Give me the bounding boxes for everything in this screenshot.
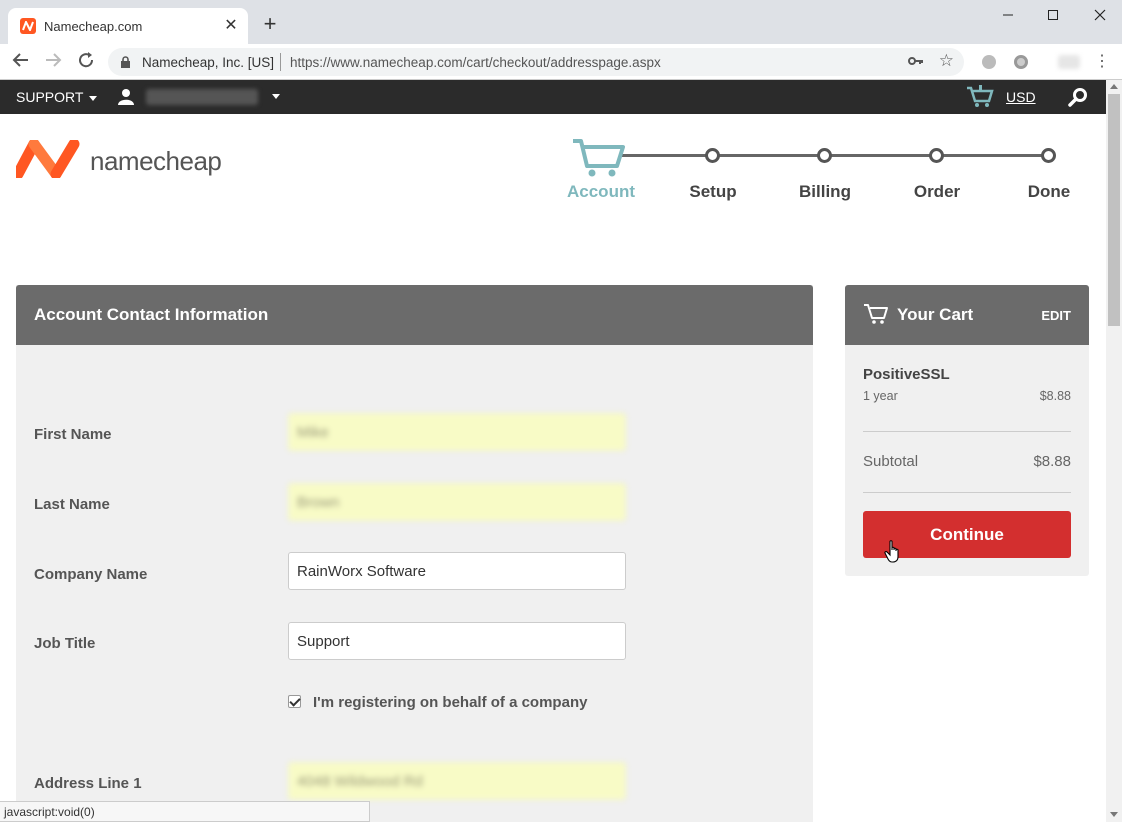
last-name-field[interactable] (288, 483, 626, 521)
step-label-order: Order (913, 182, 961, 201)
address-line-1-label: Address Line 1 (34, 775, 142, 792)
search-icon[interactable] (1068, 87, 1088, 112)
cart-item-name: PositiveSSL (863, 366, 950, 383)
browser-tabstrip: Namecheap.com ✕ + (0, 0, 1122, 44)
tab-title: Namecheap.com (44, 19, 143, 34)
cart-item-term: 1 year (863, 389, 898, 403)
cart-divider (863, 431, 1071, 432)
step-label-setup: Setup (689, 182, 737, 201)
user-icon[interactable] (118, 88, 134, 110)
new-tab-button[interactable]: + (260, 13, 280, 35)
cart-icon[interactable] (966, 85, 994, 114)
hand-cursor-icon (884, 540, 902, 569)
cart-icon (863, 303, 889, 330)
cart-item-price: $8.88 (1039, 389, 1071, 403)
contact-form-header: Account Contact Information (16, 285, 813, 345)
scrollbar-thumb[interactable] (1108, 94, 1120, 326)
namecheap-logo-icon[interactable] (12, 138, 82, 183)
company-name-field[interactable] (288, 552, 626, 590)
browser-tab[interactable]: Namecheap.com ✕ (8, 8, 248, 44)
progress-line (620, 154, 1048, 157)
url-text[interactable]: https://www.namecheap.com/cart/checkout/… (290, 55, 661, 70)
job-title-field[interactable] (288, 622, 626, 660)
form-title: Account Contact Information (34, 305, 269, 324)
cart-title: Your Cart (897, 305, 974, 324)
chevron-down-icon (89, 95, 98, 101)
browser-menu-icon[interactable]: ⋮ (1094, 53, 1110, 71)
step-circle-setup (705, 148, 720, 163)
company-checkbox[interactable] (288, 695, 301, 708)
extension-circle-icon[interactable] (1014, 55, 1028, 69)
first-name-field[interactable] (288, 413, 626, 451)
reload-icon[interactable] (75, 51, 97, 73)
address-bar[interactable]: Namecheap, Inc. [US] https://www.nameche… (108, 48, 964, 76)
omnibox-separator (280, 53, 281, 71)
window-close-icon[interactable] (1086, 6, 1114, 28)
subtotal-label: Subtotal (863, 453, 919, 470)
scroll-down-icon[interactable] (1110, 812, 1118, 817)
step-label-account: Account (567, 182, 635, 201)
checkout-header: namecheap Account Setup Billing Order Do… (0, 114, 1106, 252)
browser-toolbar: Namecheap, Inc. [US] https://www.nameche… (0, 44, 1122, 80)
page-scrollbar[interactable] (1106, 80, 1122, 822)
namecheap-favicon-icon (20, 18, 36, 34)
scroll-up-icon[interactable] (1110, 84, 1118, 89)
last-name-label: Last Name (34, 496, 110, 513)
key-icon[interactable] (908, 54, 924, 73)
job-title-label: Job Title (34, 635, 96, 652)
address-line-1-field[interactable] (288, 762, 626, 800)
forward-icon[interactable] (42, 51, 64, 73)
step-label-billing: Billing (799, 182, 851, 201)
cart-edit-link[interactable]: EDIT (1041, 308, 1071, 323)
lock-icon (120, 56, 131, 74)
profile-avatar[interactable] (1058, 55, 1080, 69)
step-circle-order (929, 148, 944, 163)
status-bar: javascript:void(0) (0, 801, 370, 822)
step-circle-billing (817, 148, 832, 163)
site-topbar: SUPPORT USD (0, 80, 1106, 114)
support-menu[interactable]: SUPPORT (16, 89, 98, 105)
tab-close-icon[interactable]: ✕ (222, 17, 240, 35)
support-label: SUPPORT (16, 89, 84, 105)
bookmark-star-icon[interactable]: ☆ (939, 51, 954, 71)
cart-divider (863, 492, 1071, 493)
logo-text[interactable]: namecheap (90, 146, 222, 177)
username-blurred[interactable] (146, 89, 258, 105)
currency-selector[interactable]: USD (1006, 89, 1036, 105)
back-icon[interactable] (10, 51, 32, 73)
site-identity: Namecheap, Inc. [US] (142, 55, 275, 70)
step-label-done: Done (1027, 182, 1071, 201)
step-circle-done (1041, 148, 1056, 163)
company-checkbox-label[interactable]: I'm registering on behalf of a company (313, 694, 587, 711)
step-cart-icon (572, 136, 626, 183)
subtotal-value: $8.88 (1033, 453, 1071, 470)
cart-header: Your Cart EDIT (845, 285, 1089, 345)
company-name-label: Company Name (34, 566, 148, 583)
user-menu-chevron-icon[interactable] (272, 94, 280, 99)
extension-drive-icon[interactable] (982, 55, 996, 69)
minimize-icon[interactable] (994, 6, 1022, 28)
first-name-label: First Name (34, 426, 112, 443)
maximize-icon[interactable] (1039, 6, 1067, 28)
